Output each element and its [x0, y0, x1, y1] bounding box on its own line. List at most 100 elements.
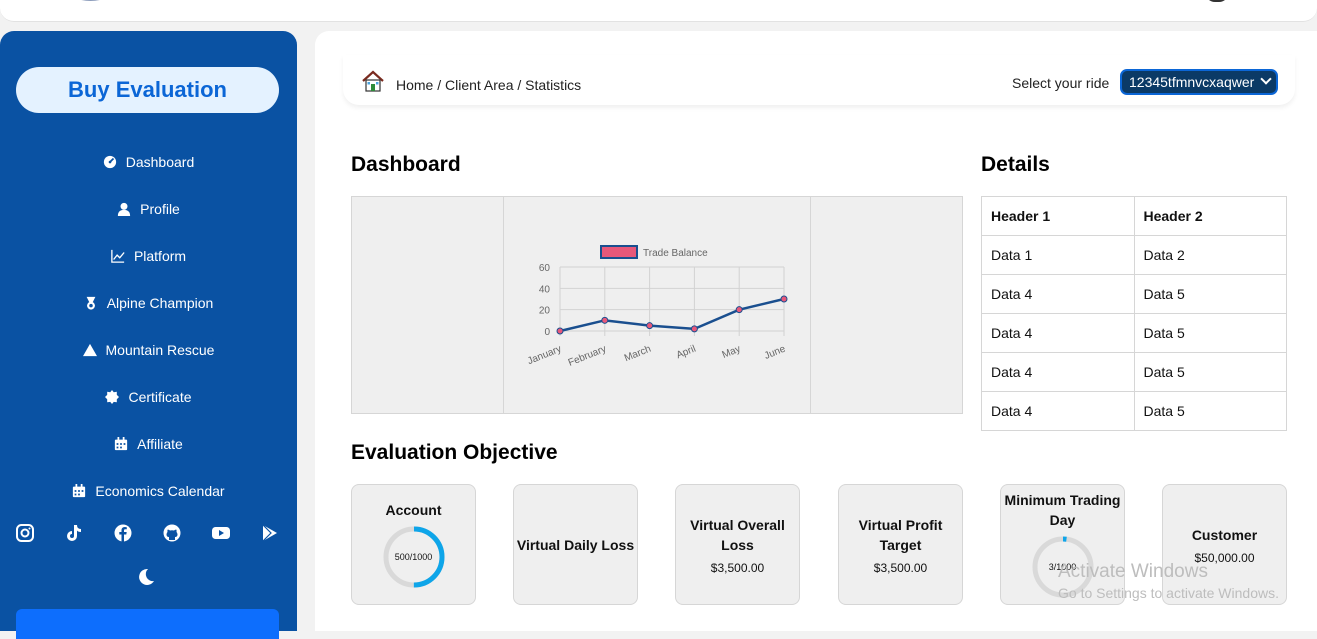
table-cell: Data 2 — [1133, 235, 1287, 275]
chart-line-icon — [111, 249, 125, 263]
table-header-row: Header 1 Header 2 — [981, 196, 1287, 236]
y-tick-label: 20 — [539, 306, 551, 317]
data-point — [735, 306, 743, 314]
card-title: Virtual Overall Loss — [690, 516, 785, 553]
ride-select-label: Select your ride — [1012, 75, 1110, 91]
social-links — [0, 524, 297, 542]
sidebar-item-label: Mountain Rescue — [105, 341, 215, 358]
dashboard-title: Dashboard — [351, 153, 461, 176]
virtual-daily-loss-card: Virtual Daily Loss — [513, 484, 638, 605]
calendar-icon — [115, 436, 128, 450]
mountain-icon — [82, 343, 97, 356]
table-cell: Data 1 — [981, 235, 1135, 275]
table-cell: Data 5 — [1133, 313, 1287, 353]
chevron-down-icon — [1260, 73, 1272, 85]
google-play-link[interactable] — [245, 524, 294, 542]
column-header: Header 2 — [1133, 196, 1287, 236]
sidebar-item-profile[interactable]: Profile — [0, 185, 297, 232]
sidebar: Buy Evaluation Dashboard Profile Platfor… — [0, 31, 297, 639]
table-row: Data 4 Data 5 — [981, 274, 1287, 314]
home-icon[interactable] — [361, 69, 385, 93]
main-content: Home / Client Area / Statistics Select y… — [315, 31, 1317, 631]
sidebar-bottom-button[interactable] — [16, 609, 279, 639]
sidebar-item-dashboard[interactable]: Dashboard — [0, 138, 297, 185]
chart-container: 0 20 40 60 January February March April May June T… — [351, 196, 963, 414]
buy-evaluation-button[interactable]: Buy Evaluation — [16, 67, 279, 113]
table-cell: Data 5 — [1133, 391, 1287, 431]
virtual-profit-target-card: Virtual Profit Target $3,500.00 — [838, 484, 963, 605]
sidebar-item-label: Certificate — [128, 388, 192, 405]
data-point — [780, 295, 788, 303]
logo[interactable] — [60, 0, 150, 4]
data-point — [690, 325, 698, 333]
ride-select[interactable]: 12345tfmnvcxaqwer — [1120, 69, 1278, 95]
card-title: Virtual Profit Target — [858, 516, 943, 553]
y-tick-label: 60 — [539, 263, 551, 274]
x-tick-label: February — [567, 344, 608, 369]
github-link[interactable] — [147, 524, 196, 542]
card-title: Minimum Trading Day — [1004, 491, 1121, 528]
card-title: Customer — [1191, 526, 1258, 543]
sidebar-item-label: Platform — [133, 247, 187, 264]
breadcrumb[interactable]: Home / Client Area / Statistics — [396, 77, 581, 93]
google-play-icon — [262, 524, 277, 542]
user-icon — [118, 202, 131, 216]
instagram-link[interactable] — [0, 524, 49, 542]
table-row: Data 1 Data 2 — [981, 235, 1287, 275]
table-cell: Data 5 — [1133, 352, 1287, 392]
account-card: Account 500/1000 — [351, 484, 476, 605]
youtube-link[interactable] — [196, 524, 245, 542]
y-tick-label: 0 — [544, 327, 550, 338]
sidebar-item-alpine-champion[interactable]: Alpine Champion — [0, 279, 297, 326]
sidebar-item-platform[interactable]: Platform — [0, 232, 297, 279]
tiktok-icon — [66, 525, 81, 541]
table-row: Data 4 Data 5 — [981, 313, 1287, 353]
sidebar-item-certificate[interactable]: Certificate — [0, 373, 297, 420]
gauge-icon — [103, 155, 116, 168]
activate-windows-watermark: Activate Windows Go to Settings to activ… — [1058, 561, 1279, 601]
details-table: Header 1 Header 2 Data 1 Data 2 Data 4 Dat… — [981, 196, 1287, 431]
sidebar-item-mountain-rescue[interactable]: Mountain Rescue — [0, 326, 297, 373]
table-cell: Data 4 — [981, 352, 1135, 392]
table-cell: Data 4 — [981, 313, 1135, 353]
series-line — [559, 297, 785, 333]
table-cell: Data 4 — [981, 391, 1135, 431]
watermark-title: Activate Windows — [1058, 561, 1208, 582]
table-cell: Data 4 — [981, 274, 1135, 314]
card-title: Account — [385, 501, 442, 518]
moon-icon[interactable] — [136, 567, 156, 587]
table-row: Data 4 Data 5 — [981, 391, 1287, 431]
x-tick-label: April — [675, 344, 698, 362]
x-tick-label: March — [623, 344, 653, 365]
card-value: $3,500.00 — [710, 560, 765, 575]
breadcrumb-bar: Home / Client Area / Statistics Select y… — [343, 55, 1295, 105]
sidebar-item-label: Profile — [140, 200, 180, 217]
facebook-icon — [114, 524, 131, 542]
calendar-icon — [73, 483, 86, 497]
instagram-icon — [15, 524, 34, 542]
sidebar-item-label: Alpine Champion — [106, 294, 214, 311]
virtual-overall-loss-card: Virtual Overall Loss $3,500.00 — [675, 484, 800, 605]
objective-title: Evaluation Objective — [351, 441, 558, 464]
sidebar-nav: Dashboard Profile Platform Alpine Champi… — [0, 138, 297, 514]
facebook-link[interactable] — [98, 524, 147, 542]
legend-label: Trade Balance — [643, 248, 708, 259]
avatar[interactable] — [1205, 0, 1229, 2]
sidebar-item-label: Economics Calendar — [95, 482, 225, 499]
tiktok-link[interactable] — [49, 524, 98, 542]
column-header: Header 1 — [981, 196, 1135, 236]
data-point — [646, 322, 654, 330]
top-navbar — [0, 0, 1317, 22]
sidebar-item-economics-calendar[interactable]: Economics Calendar — [0, 467, 297, 514]
card-title: Virtual Daily Loss — [516, 536, 635, 553]
y-tick-label: 40 — [539, 284, 551, 295]
certificate-icon — [105, 389, 120, 404]
details-title: Details — [981, 153, 1050, 176]
progress-ring: 500/1000 — [381, 524, 447, 590]
legend-swatch — [600, 245, 638, 259]
x-tick-label: June — [763, 343, 788, 361]
progress-ring-label: 500/1000 — [394, 551, 433, 562]
x-tick-label: May — [721, 344, 743, 361]
github-icon — [163, 524, 180, 542]
sidebar-item-affiliate[interactable]: Affiliate — [0, 420, 297, 467]
